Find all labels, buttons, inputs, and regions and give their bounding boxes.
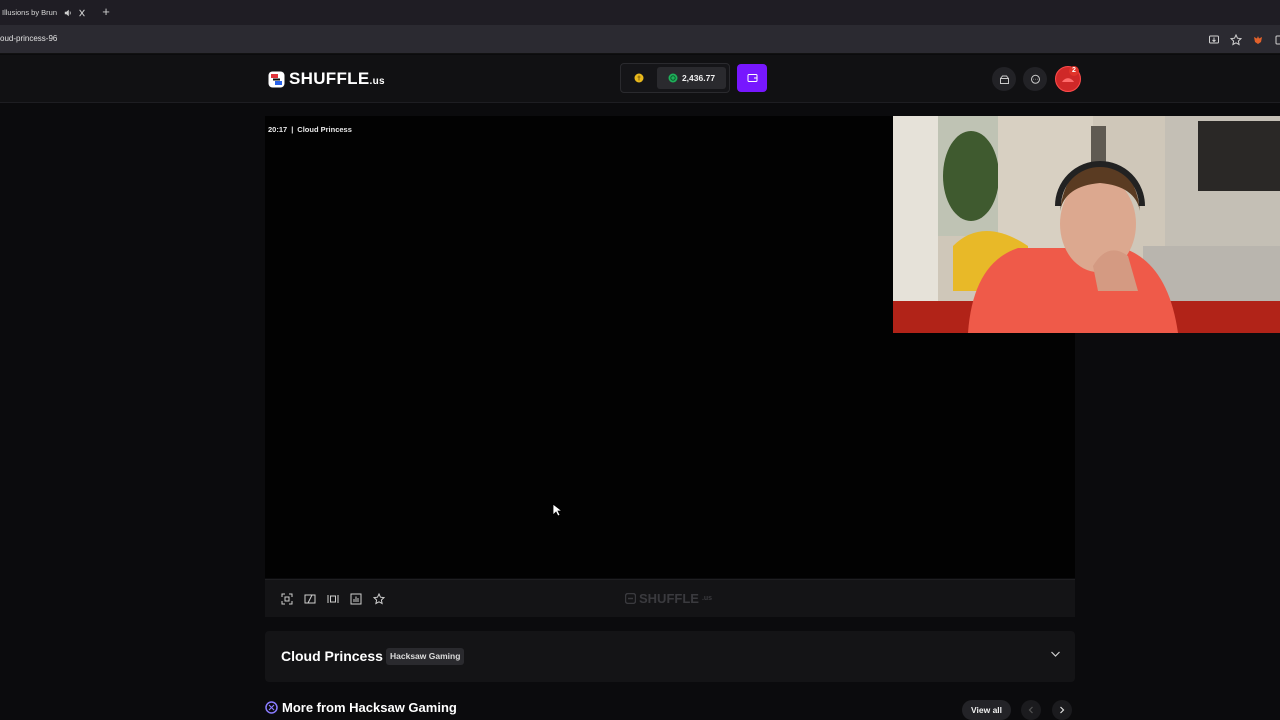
wallet-icon xyxy=(747,74,757,82)
mouse-cursor-icon xyxy=(552,503,562,517)
chat-button[interactable] xyxy=(1023,67,1047,91)
browser-tabbar: Illusions by Brun + xyxy=(0,0,1280,25)
webcam-image xyxy=(893,116,1280,333)
more-from-title: More from Hacksaw Gaming xyxy=(282,700,457,715)
view-all-button[interactable]: View all xyxy=(962,700,1012,720)
install-app-icon[interactable] xyxy=(1208,33,1220,45)
bookmark-star-icon[interactable] xyxy=(1229,33,1243,46)
logo-text: SHUFFLE xyxy=(289,69,370,88)
game-info-separator: | xyxy=(291,125,294,134)
carousel-next-button[interactable] xyxy=(1052,700,1072,720)
theatre-mode-icon[interactable] xyxy=(303,592,316,605)
game-info-overlay: 20:17 | Cloud Princess xyxy=(268,125,352,134)
gold-coin-icon xyxy=(634,73,644,83)
rewards-button[interactable] xyxy=(992,67,1016,91)
address-bar: oud-princess-96 xyxy=(0,25,1280,54)
browser-tab[interactable]: Illusions by Brun xyxy=(0,0,96,25)
logo-suffix: .us xyxy=(369,76,385,87)
new-tab-button[interactable]: + xyxy=(100,5,112,18)
game-toolbar: SHUFFLE .us xyxy=(265,579,1075,617)
game-clock: 20:17 xyxy=(268,125,288,134)
watermark-suffix: .us xyxy=(701,595,713,602)
balance-display[interactable]: 2,436.77 xyxy=(657,67,726,89)
chevron-right-icon xyxy=(1060,706,1065,714)
site-header: SHUFFLE.us 2,436.77 xyxy=(0,55,1280,103)
wallet-button[interactable] xyxy=(737,64,767,92)
chevron-down-icon[interactable] xyxy=(1050,650,1061,658)
speaker-icon[interactable] xyxy=(64,9,72,17)
carousel-prev-button[interactable] xyxy=(1021,700,1041,720)
chevron-left-icon xyxy=(1028,706,1033,714)
extensions-icon[interactable] xyxy=(1274,33,1280,45)
streamer-webcam xyxy=(893,116,1280,333)
provider-logo-icon xyxy=(265,701,278,714)
game-details-bar[interactable]: Cloud Princess Hacksaw Gaming xyxy=(265,631,1075,682)
favorite-star-icon[interactable] xyxy=(372,592,385,605)
more-from-section: More from Hacksaw Gaming View all xyxy=(265,697,1075,720)
currency-selector[interactable] xyxy=(621,64,657,92)
game-name: Cloud Princess xyxy=(297,125,352,134)
provider-tag[interactable]: Hacksaw Gaming xyxy=(386,648,465,665)
crown-chest-icon xyxy=(999,75,1009,84)
game-title: Cloud Princess xyxy=(281,648,383,664)
watermark-text: SHUFFLE xyxy=(639,591,699,606)
width-toggle-icon[interactable] xyxy=(326,592,339,605)
site-logo[interactable]: SHUFFLE.us xyxy=(268,69,385,89)
close-tab-icon[interactable] xyxy=(76,9,88,17)
shuffle-logo-icon xyxy=(268,71,285,87)
sweeps-coin-icon xyxy=(668,73,678,83)
url-field[interactable]: oud-princess-96 xyxy=(0,34,57,43)
more-from-heading: More from Hacksaw Gaming xyxy=(265,700,457,715)
extension-fox-icon[interactable] xyxy=(1252,33,1264,45)
tab-title: Illusions by Brun xyxy=(2,8,58,17)
fullscreen-icon[interactable] xyxy=(280,592,293,605)
shuffle-watermark: SHUFFLE .us xyxy=(625,591,712,606)
balance-box[interactable]: 2,436.77 xyxy=(620,63,730,93)
stats-icon[interactable] xyxy=(349,592,362,605)
notification-badge: 2 xyxy=(1069,66,1079,76)
watermark-logo-icon xyxy=(625,593,636,604)
chat-icon xyxy=(1030,74,1040,84)
balance-value: 2,436.77 xyxy=(681,73,716,83)
